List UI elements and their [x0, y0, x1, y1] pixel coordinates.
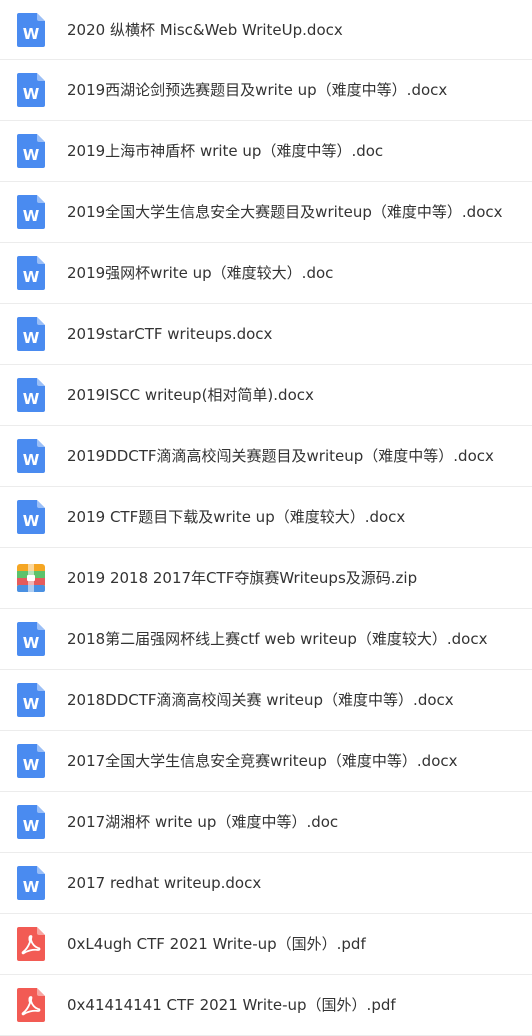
word-document-icon: W	[17, 866, 45, 900]
pdf-document-icon	[17, 927, 45, 961]
zip-archive-icon	[17, 564, 45, 592]
word-document-icon: W	[17, 134, 45, 168]
file-name[interactable]: 2019全国大学生信息安全大赛题目及writeup（难度中等）.docx	[67, 202, 532, 222]
file-list-item[interactable]: W 2019 CTF题目下载及write up（难度较大）.docx	[0, 487, 532, 548]
word-document-icon: W	[17, 317, 45, 351]
file-name[interactable]: 2020 纵横杯 Misc&Web WriteUp.docx	[67, 20, 532, 40]
svg-text:W: W	[23, 268, 40, 286]
svg-text:W: W	[23, 512, 40, 530]
file-list: W 2020 纵横杯 Misc&Web WriteUp.docx W 2019西湖论剑…	[0, 0, 532, 1036]
file-name[interactable]: 2019ISCC writeup(相对简单).docx	[67, 385, 532, 405]
file-name[interactable]: 2019starCTF writeups.docx	[67, 324, 532, 344]
file-name[interactable]: 0x41414141 CTF 2021 Write-up（国外）.pdf	[67, 995, 532, 1015]
file-list-item[interactable]: W 2019上海市神盾杯 write up（难度中等）.doc	[0, 121, 532, 182]
file-name[interactable]: 2018第二届强网杯线上赛ctf web writeup（难度较大）.docx	[67, 629, 532, 649]
word-document-icon: W	[17, 12, 45, 47]
file-list-item[interactable]: W 2018第二届强网杯线上赛ctf web writeup（难度较大）.docx	[0, 609, 532, 670]
file-name[interactable]: 2019 CTF题目下载及write up（难度较大）.docx	[67, 507, 532, 527]
svg-text:W: W	[23, 207, 40, 225]
file-name[interactable]: 2019DDCTF滴滴高校闯关赛题目及writeup（难度中等）.docx	[67, 446, 532, 466]
file-name[interactable]: 0xL4ugh CTF 2021 Write-up（国外）.pdf	[67, 934, 532, 954]
word-document-icon: W	[17, 744, 45, 778]
file-name[interactable]: 2018DDCTF滴滴高校闯关赛 writeup（难度中等）.docx	[67, 690, 532, 710]
file-list-item[interactable]: W 2017湖湘杯 write up（难度中等）.doc	[0, 792, 532, 853]
svg-text:W: W	[23, 451, 40, 469]
word-document-icon: W	[17, 805, 45, 839]
word-document-icon: W	[17, 683, 45, 717]
svg-text:W: W	[23, 634, 40, 652]
word-document-icon: W	[17, 195, 45, 229]
svg-text:W: W	[23, 878, 40, 896]
file-list-item[interactable]: W 2019西湖论剑预选赛题目及write up（难度中等）.docx	[0, 60, 532, 121]
svg-text:W: W	[23, 25, 40, 43]
file-name[interactable]: 2019 2018 2017年CTF夺旗赛Writeups及源码.zip	[67, 568, 532, 588]
file-list-item[interactable]: 2019 2018 2017年CTF夺旗赛Writeups及源码.zip	[0, 548, 532, 609]
file-name[interactable]: 2017 redhat writeup.docx	[67, 873, 532, 893]
file-list-item[interactable]: W 2019全国大学生信息安全大赛题目及writeup（难度中等）.docx	[0, 182, 532, 243]
file-list-item[interactable]: 0xL4ugh CTF 2021 Write-up（国外）.pdf	[0, 914, 532, 975]
file-list-item[interactable]: W 2020 纵横杯 Misc&Web WriteUp.docx	[0, 0, 532, 60]
file-list-item[interactable]: W 2017 redhat writeup.docx	[0, 853, 532, 914]
file-list-item[interactable]: W 2018DDCTF滴滴高校闯关赛 writeup（难度中等）.docx	[0, 670, 532, 731]
file-name[interactable]: 2019上海市神盾杯 write up（难度中等）.doc	[67, 141, 532, 161]
svg-text:W: W	[23, 695, 40, 713]
svg-text:W: W	[23, 817, 40, 835]
file-name[interactable]: 2017全国大学生信息安全竞赛writeup（难度中等）.docx	[67, 751, 532, 771]
file-name[interactable]: 2019强网杯write up（难度较大）.doc	[67, 263, 532, 283]
svg-text:W: W	[23, 756, 40, 774]
file-list-item[interactable]: 0x41414141 CTF 2021 Write-up（国外）.pdf	[0, 975, 532, 1036]
svg-text:W: W	[23, 390, 40, 408]
file-list-item[interactable]: W 2019ISCC writeup(相对简单).docx	[0, 365, 532, 426]
word-document-icon: W	[17, 622, 45, 656]
word-document-icon: W	[17, 73, 45, 107]
file-name[interactable]: 2019西湖论剑预选赛题目及write up（难度中等）.docx	[67, 80, 532, 100]
svg-text:W: W	[23, 85, 40, 103]
word-document-icon: W	[17, 500, 45, 534]
file-list-item[interactable]: W 2017全国大学生信息安全竞赛writeup（难度中等）.docx	[0, 731, 532, 792]
file-list-item[interactable]: W 2019DDCTF滴滴高校闯关赛题目及writeup（难度中等）.docx	[0, 426, 532, 487]
word-document-icon: W	[17, 378, 45, 412]
file-name[interactable]: 2017湖湘杯 write up（难度中等）.doc	[67, 812, 532, 832]
pdf-document-icon	[17, 988, 45, 1022]
file-list-item[interactable]: W 2019强网杯write up（难度较大）.doc	[0, 243, 532, 304]
file-list-item[interactable]: W 2019starCTF writeups.docx	[0, 304, 532, 365]
svg-text:W: W	[23, 146, 40, 164]
word-document-icon: W	[17, 256, 45, 290]
word-document-icon: W	[17, 439, 45, 473]
svg-text:W: W	[23, 329, 40, 347]
